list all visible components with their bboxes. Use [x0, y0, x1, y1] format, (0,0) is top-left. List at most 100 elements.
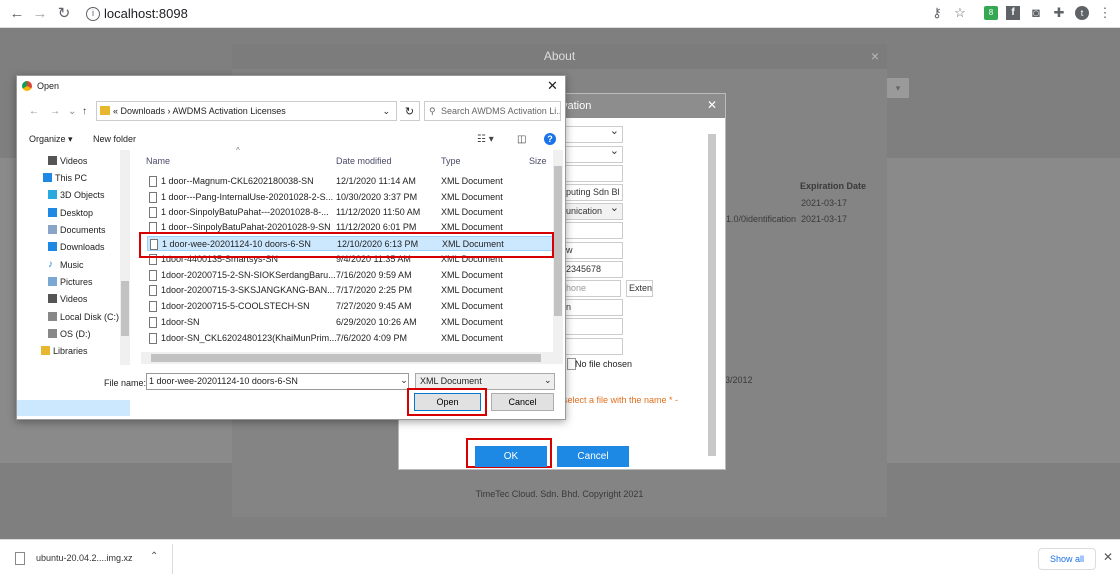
- select-field-2[interactable]: [563, 146, 623, 163]
- new-folder-button[interactable]: New folder: [93, 134, 136, 144]
- download-bar: ubuntu-20.04.2....img.xz ⌃ Show all ✕: [0, 539, 1120, 577]
- search-placeholder: Search AWDMS Activation Li...: [441, 106, 561, 116]
- expiration-row1: 2021-03-17: [801, 198, 848, 208]
- path-bar[interactable]: « Downloads › AWDMS Activation Licenses …: [96, 101, 397, 121]
- input-field-3[interactable]: [563, 318, 623, 335]
- chrome-logo-icon: [22, 81, 32, 91]
- file-date: 11/12/2020 11:50 AM: [336, 207, 421, 217]
- file-row[interactable]: 1door-20200715-2-SN-SIOKSerdangBaru... 7/…: [147, 268, 555, 283]
- search-icon: ⚲: [429, 106, 436, 116]
- back-arrow-icon[interactable]: ←: [29, 106, 39, 117]
- sidebar-item-downloads[interactable]: Downloads: [60, 239, 105, 255]
- download-separator: [172, 544, 173, 574]
- open-button[interactable]: Open: [414, 393, 481, 411]
- file-row[interactable]: 1 door---Pang-InternalUse-20201028-2-S..…: [147, 190, 555, 205]
- file-list-hscroll-thumb[interactable]: [151, 354, 541, 362]
- sidebar-item-libraries[interactable]: Libraries: [53, 343, 88, 359]
- input-field-2[interactable]: [563, 222, 623, 239]
- file-row[interactable]: 1door-SN 6/29/2020 10:26 AM XML Document: [147, 315, 555, 330]
- navigation-pane: Videos This PC 3D Objects Desktop Docume…: [17, 150, 130, 416]
- dropdown-tag[interactable]: ▾: [887, 78, 909, 98]
- select-field-1[interactable]: [563, 126, 623, 143]
- close-download-bar-icon[interactable]: ✕: [1103, 550, 1113, 564]
- file-row[interactable]: 1door-20200715-5-COOLSTECH-SN 7/27/2020 9…: [147, 299, 555, 314]
- phone-field[interactable]: 2345678: [563, 261, 623, 278]
- city-field[interactable]: w: [563, 242, 623, 259]
- input-field-4[interactable]: [563, 338, 623, 355]
- phone2-field[interactable]: hone: [563, 280, 621, 297]
- sidebar-item-local-disk[interactable]: Local Disk (C:): [60, 309, 119, 325]
- open-dialog-close-icon[interactable]: ✕: [547, 78, 558, 94]
- back-icon[interactable]: ←: [8, 5, 26, 23]
- input-field-1[interactable]: [563, 165, 623, 182]
- forward-arrow-icon[interactable]: →: [50, 106, 60, 117]
- star-icon[interactable]: ☆: [953, 6, 967, 20]
- column-date[interactable]: Date modified: [336, 156, 392, 166]
- forward-icon[interactable]: →: [31, 5, 49, 23]
- column-size[interactable]: Size: [529, 156, 547, 166]
- side-scrollbar-thumb[interactable]: [121, 281, 129, 336]
- activation-title: vation: [562, 100, 592, 112]
- reload-icon[interactable]: ↻: [55, 5, 73, 23]
- cancel-button[interactable]: Cancel: [491, 393, 554, 411]
- camera-icon[interactable]: ◙: [1029, 6, 1043, 20]
- download-file-name[interactable]: ubuntu-20.04.2....img.xz: [36, 553, 133, 563]
- activation-scrollbar[interactable]: [708, 134, 716, 456]
- file-list-vscroll-thumb[interactable]: [554, 166, 562, 316]
- sidebar-item-pictures[interactable]: Pictures: [60, 274, 93, 290]
- download-options-icon[interactable]: ⌃: [150, 551, 158, 562]
- address-bar[interactable]: i localhost:8098: [80, 3, 975, 25]
- file-date: 12/1/2020 11:14 AM: [336, 176, 416, 186]
- column-name[interactable]: Name: [146, 156, 170, 166]
- sidebar-item-desktop[interactable]: Desktop: [60, 205, 93, 221]
- file-type-dropdown-icon[interactable]: ⌄: [544, 373, 552, 388]
- info-icon[interactable]: i: [86, 7, 100, 21]
- activation-cancel-button[interactable]: Cancel: [557, 446, 629, 467]
- documents-icon: [48, 225, 57, 234]
- file-type: XML Document: [441, 176, 503, 186]
- organize-button[interactable]: Organize ▾: [29, 134, 73, 145]
- sidebar-item-os-drive[interactable]: OS (D:): [60, 326, 91, 342]
- sidebar-item-videos[interactable]: Videos: [60, 153, 87, 169]
- show-all-button[interactable]: Show all: [1038, 548, 1096, 570]
- sidebar-item-3d-objects[interactable]: 3D Objects: [60, 187, 105, 203]
- file-name-input[interactable]: 1 door-wee-20201124-10 doors-6-SN: [146, 373, 409, 390]
- music-icon: ♪: [48, 259, 53, 270]
- about-close-icon[interactable]: ×: [871, 44, 879, 69]
- extension-field[interactable]: Exten: [626, 280, 653, 297]
- ok-button[interactable]: OK: [475, 446, 547, 467]
- profile-avatar-icon[interactable]: t: [1075, 6, 1089, 20]
- help-icon[interactable]: ?: [544, 133, 556, 145]
- facebook-icon[interactable]: f: [1006, 6, 1020, 20]
- search-input[interactable]: ⚲ Search AWDMS Activation Li...: [424, 101, 561, 121]
- refresh-icon[interactable]: ↻: [400, 101, 420, 121]
- sidebar-item-this-pc[interactable]: This PC: [55, 170, 87, 186]
- column-type[interactable]: Type: [441, 156, 461, 166]
- extension-badge-icon[interactable]: 8: [984, 6, 998, 20]
- no-file-text: No file chosen: [575, 359, 633, 369]
- file-row[interactable]: 1 door--Magnum-CKL6202180038-SN 12/1/2020…: [147, 174, 555, 189]
- file-row[interactable]: 1door-20200715-3-SKSJANGKANG-BAN... 7/17/…: [147, 283, 555, 298]
- file-row[interactable]: 1 door-SinpolyBatuPahat---20201028-8-...…: [147, 205, 555, 220]
- puzzle-icon[interactable]: ✚: [1052, 6, 1066, 20]
- menu-icon[interactable]: ⋮: [1098, 6, 1112, 20]
- activation-close-icon[interactable]: ✕: [707, 98, 717, 112]
- company-field[interactable]: puting Sdn Bl: [563, 184, 623, 201]
- sidebar-item-documents[interactable]: Documents: [60, 222, 106, 238]
- up-arrow-icon[interactable]: ↑: [82, 106, 87, 117]
- h-field[interactable]: n: [563, 299, 623, 316]
- sidebar-item-videos-2[interactable]: Videos: [60, 291, 87, 307]
- sidebar-item-music[interactable]: Music: [60, 257, 84, 273]
- xml-file-icon: [149, 207, 157, 218]
- file-row[interactable]: 1door-SN_CKL6202480123(KhaiMunPrim... 7/6…: [147, 331, 555, 346]
- industry-select[interactable]: unication: [563, 203, 623, 220]
- file-type: XML Document: [441, 285, 503, 295]
- preview-pane-icon[interactable]: ◫: [517, 134, 526, 145]
- view-list-icon[interactable]: ☷ ▾: [477, 134, 494, 145]
- file-date: 6/29/2020 10:26 AM: [336, 317, 417, 327]
- key-icon[interactable]: ⚷: [930, 6, 944, 20]
- row2-text: 1.0/0identification: [726, 214, 797, 224]
- file-type: XML Document: [441, 192, 503, 202]
- path-dropdown-icon[interactable]: ⌄: [382, 102, 390, 120]
- recent-dropdown-icon[interactable]: ⌄: [68, 106, 76, 117]
